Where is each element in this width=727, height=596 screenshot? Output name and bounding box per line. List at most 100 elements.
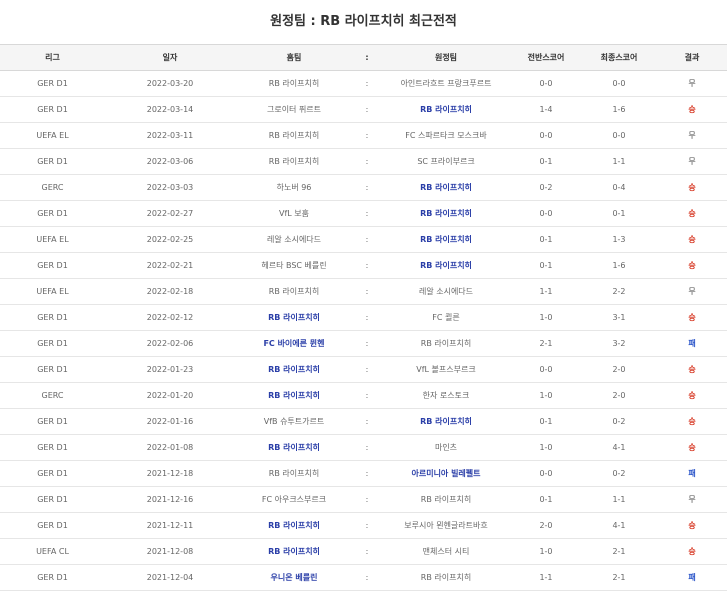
away-team-cell[interactable]: 마인츠 <box>381 434 511 461</box>
home-team-cell[interactable]: RB 라이프치히 <box>235 512 353 539</box>
date-cell: 2022-02-21 <box>105 252 235 279</box>
date-cell: 2022-01-20 <box>105 382 235 409</box>
away-team-cell[interactable]: 아인트라흐트 프랑크푸르트 <box>381 70 511 97</box>
separator-cell: : <box>353 174 381 201</box>
home-team-cell[interactable]: FC 바이에른 뮌헨 <box>235 330 353 357</box>
home-team-cell[interactable]: RB 라이프치히 <box>235 382 353 409</box>
league-cell: GER D1 <box>0 408 105 435</box>
away-team-cell[interactable]: FC 스파르타크 모스크바 <box>381 122 511 149</box>
away-team-cell[interactable]: 맨체스터 시티 <box>381 538 511 565</box>
league-cell: GER D1 <box>0 304 105 331</box>
separator-cell: : <box>353 382 381 409</box>
header-date: 일자 <box>105 44 235 71</box>
away-team-cell[interactable]: FC 쾰른 <box>381 304 511 331</box>
away-team-cell[interactable]: 아르미니아 빌레펠트 <box>381 460 511 487</box>
header-result: 결과 <box>657 44 727 71</box>
separator-cell: : <box>353 304 381 331</box>
home-team-cell[interactable]: RB 라이프치히 <box>235 122 353 149</box>
table-row: GER D1 2022-02-06 FC 바이에른 뮌헨: RB 라이프치히 2-1 3-… <box>0 330 727 357</box>
home-team-cell[interactable]: 하노버 96 <box>235 174 353 201</box>
home-team-cell[interactable]: FC 아우크스부르크 <box>235 486 353 513</box>
home-team-cell[interactable]: 레알 소시에다드 <box>235 226 353 253</box>
table-row: GER D1 2022-03-20 RB 라이프치히: 아인트라흐트 프랑크푸르트 0-… <box>0 70 727 97</box>
table-row: UEFA EL 2022-02-18 RB 라이프치히: 레알 소시에다드 1-1 2-2… <box>0 278 727 305</box>
home-team-cell[interactable]: 헤르타 BSC 베를린 <box>235 252 353 279</box>
result-cell: 승 <box>657 226 727 253</box>
halftime-score-cell: 0-0 <box>511 70 581 97</box>
result-cell: 승 <box>657 200 727 227</box>
away-team-cell[interactable]: 한자 로스토크 <box>381 382 511 409</box>
date-cell: 2022-03-06 <box>105 148 235 175</box>
league-cell: UEFA EL <box>0 122 105 149</box>
final-score-cell: 0-4 <box>581 174 657 201</box>
header-final-score: 최종스코어 <box>581 44 657 71</box>
halftime-score-cell: 0-1 <box>511 148 581 175</box>
home-team-cell[interactable]: VfL 보훔 <box>235 200 353 227</box>
league-cell: GER D1 <box>0 564 105 591</box>
away-team-cell[interactable]: RB 라이프치히 <box>381 564 511 591</box>
date-cell: 2022-03-03 <box>105 174 235 201</box>
final-score-cell: 1-6 <box>581 96 657 123</box>
final-score-cell: 0-0 <box>581 122 657 149</box>
separator-cell: : <box>353 408 381 435</box>
halftime-score-cell: 0-0 <box>511 200 581 227</box>
away-team-cell[interactable]: VfL 볼프스부르크 <box>381 356 511 383</box>
away-team-cell[interactable]: RB 라이프치히 <box>381 486 511 513</box>
result-cell: 승 <box>657 356 727 383</box>
final-score-cell: 4-1 <box>581 434 657 461</box>
separator-cell: : <box>353 330 381 357</box>
home-team-cell[interactable]: RB 라이프치히 <box>235 434 353 461</box>
table-row: GER D1 2021-12-18 RB 라이프치히: 아르미니아 빌레펠트 0-0 0-… <box>0 460 727 487</box>
result-cell: 패 <box>657 460 727 487</box>
league-cell: GER D1 <box>0 70 105 97</box>
table-row: UEFA CL 2021-12-08 RB 라이프치히: 맨체스터 시티 1-0 2-1 승 <box>0 538 727 565</box>
league-cell: UEFA EL <box>0 226 105 253</box>
final-score-cell: 0-1 <box>581 200 657 227</box>
home-team-cell[interactable]: RB 라이프치히 <box>235 356 353 383</box>
date-cell: 2022-03-20 <box>105 70 235 97</box>
away-team-cell[interactable]: RB 라이프치히 <box>381 408 511 435</box>
result-cell: 승 <box>657 434 727 461</box>
recent-results-table: 리그 일자 홈팀 : 원정팀 전반스코어 최종스코어 결과 GER D1 2022… <box>0 44 727 591</box>
home-team-cell[interactable]: RB 라이프치히 <box>235 460 353 487</box>
separator-cell: : <box>353 226 381 253</box>
home-team-cell[interactable]: 우니온 베를린 <box>235 564 353 591</box>
final-score-cell: 1-6 <box>581 252 657 279</box>
away-team-cell[interactable]: RB 라이프치히 <box>381 330 511 357</box>
home-team-cell[interactable]: RB 라이프치히 <box>235 304 353 331</box>
separator-cell: : <box>353 512 381 539</box>
halftime-score-cell: 0-1 <box>511 226 581 253</box>
final-score-cell: 0-0 <box>581 70 657 97</box>
separator-cell: : <box>353 434 381 461</box>
date-cell: 2022-02-06 <box>105 330 235 357</box>
halftime-score-cell: 0-0 <box>511 122 581 149</box>
date-cell: 2022-02-12 <box>105 304 235 331</box>
separator-cell: : <box>353 200 381 227</box>
away-team-cell[interactable]: RB 라이프치히 <box>381 174 511 201</box>
league-cell: GER D1 <box>0 512 105 539</box>
home-team-cell[interactable]: 그로이터 퓌르트 <box>235 96 353 123</box>
away-team-cell[interactable]: RB 라이프치히 <box>381 200 511 227</box>
away-team-cell[interactable]: 레알 소시에다드 <box>381 278 511 305</box>
away-team-cell[interactable]: 보루시아 묀헨글라트바흐 <box>381 512 511 539</box>
home-team-cell[interactable]: RB 라이프치히 <box>235 148 353 175</box>
halftime-score-cell: 0-1 <box>511 486 581 513</box>
away-team-cell[interactable]: RB 라이프치히 <box>381 252 511 279</box>
league-cell: GER D1 <box>0 200 105 227</box>
home-team-cell[interactable]: RB 라이프치히 <box>235 538 353 565</box>
table-header-row: 리그 일자 홈팀 : 원정팀 전반스코어 최종스코어 결과 <box>0 44 727 71</box>
separator-cell: : <box>353 70 381 97</box>
away-team-cell[interactable]: RB 라이프치히 <box>381 226 511 253</box>
away-team-cell[interactable]: SC 프라이부르크 <box>381 148 511 175</box>
final-score-cell: 1-1 <box>581 486 657 513</box>
result-cell: 승 <box>657 174 727 201</box>
home-team-cell[interactable]: VfB 슈투트가르트 <box>235 408 353 435</box>
halftime-score-cell: 1-0 <box>511 382 581 409</box>
home-team-cell[interactable]: RB 라이프치히 <box>235 278 353 305</box>
result-cell: 무 <box>657 148 727 175</box>
home-team-cell[interactable]: RB 라이프치히 <box>235 70 353 97</box>
date-cell: 2021-12-18 <box>105 460 235 487</box>
table-row: GER D1 2022-01-23 RB 라이프치히: VfL 볼프스부르크 0-0 2-… <box>0 356 727 383</box>
away-team-cell[interactable]: RB 라이프치히 <box>381 96 511 123</box>
result-cell: 승 <box>657 408 727 435</box>
